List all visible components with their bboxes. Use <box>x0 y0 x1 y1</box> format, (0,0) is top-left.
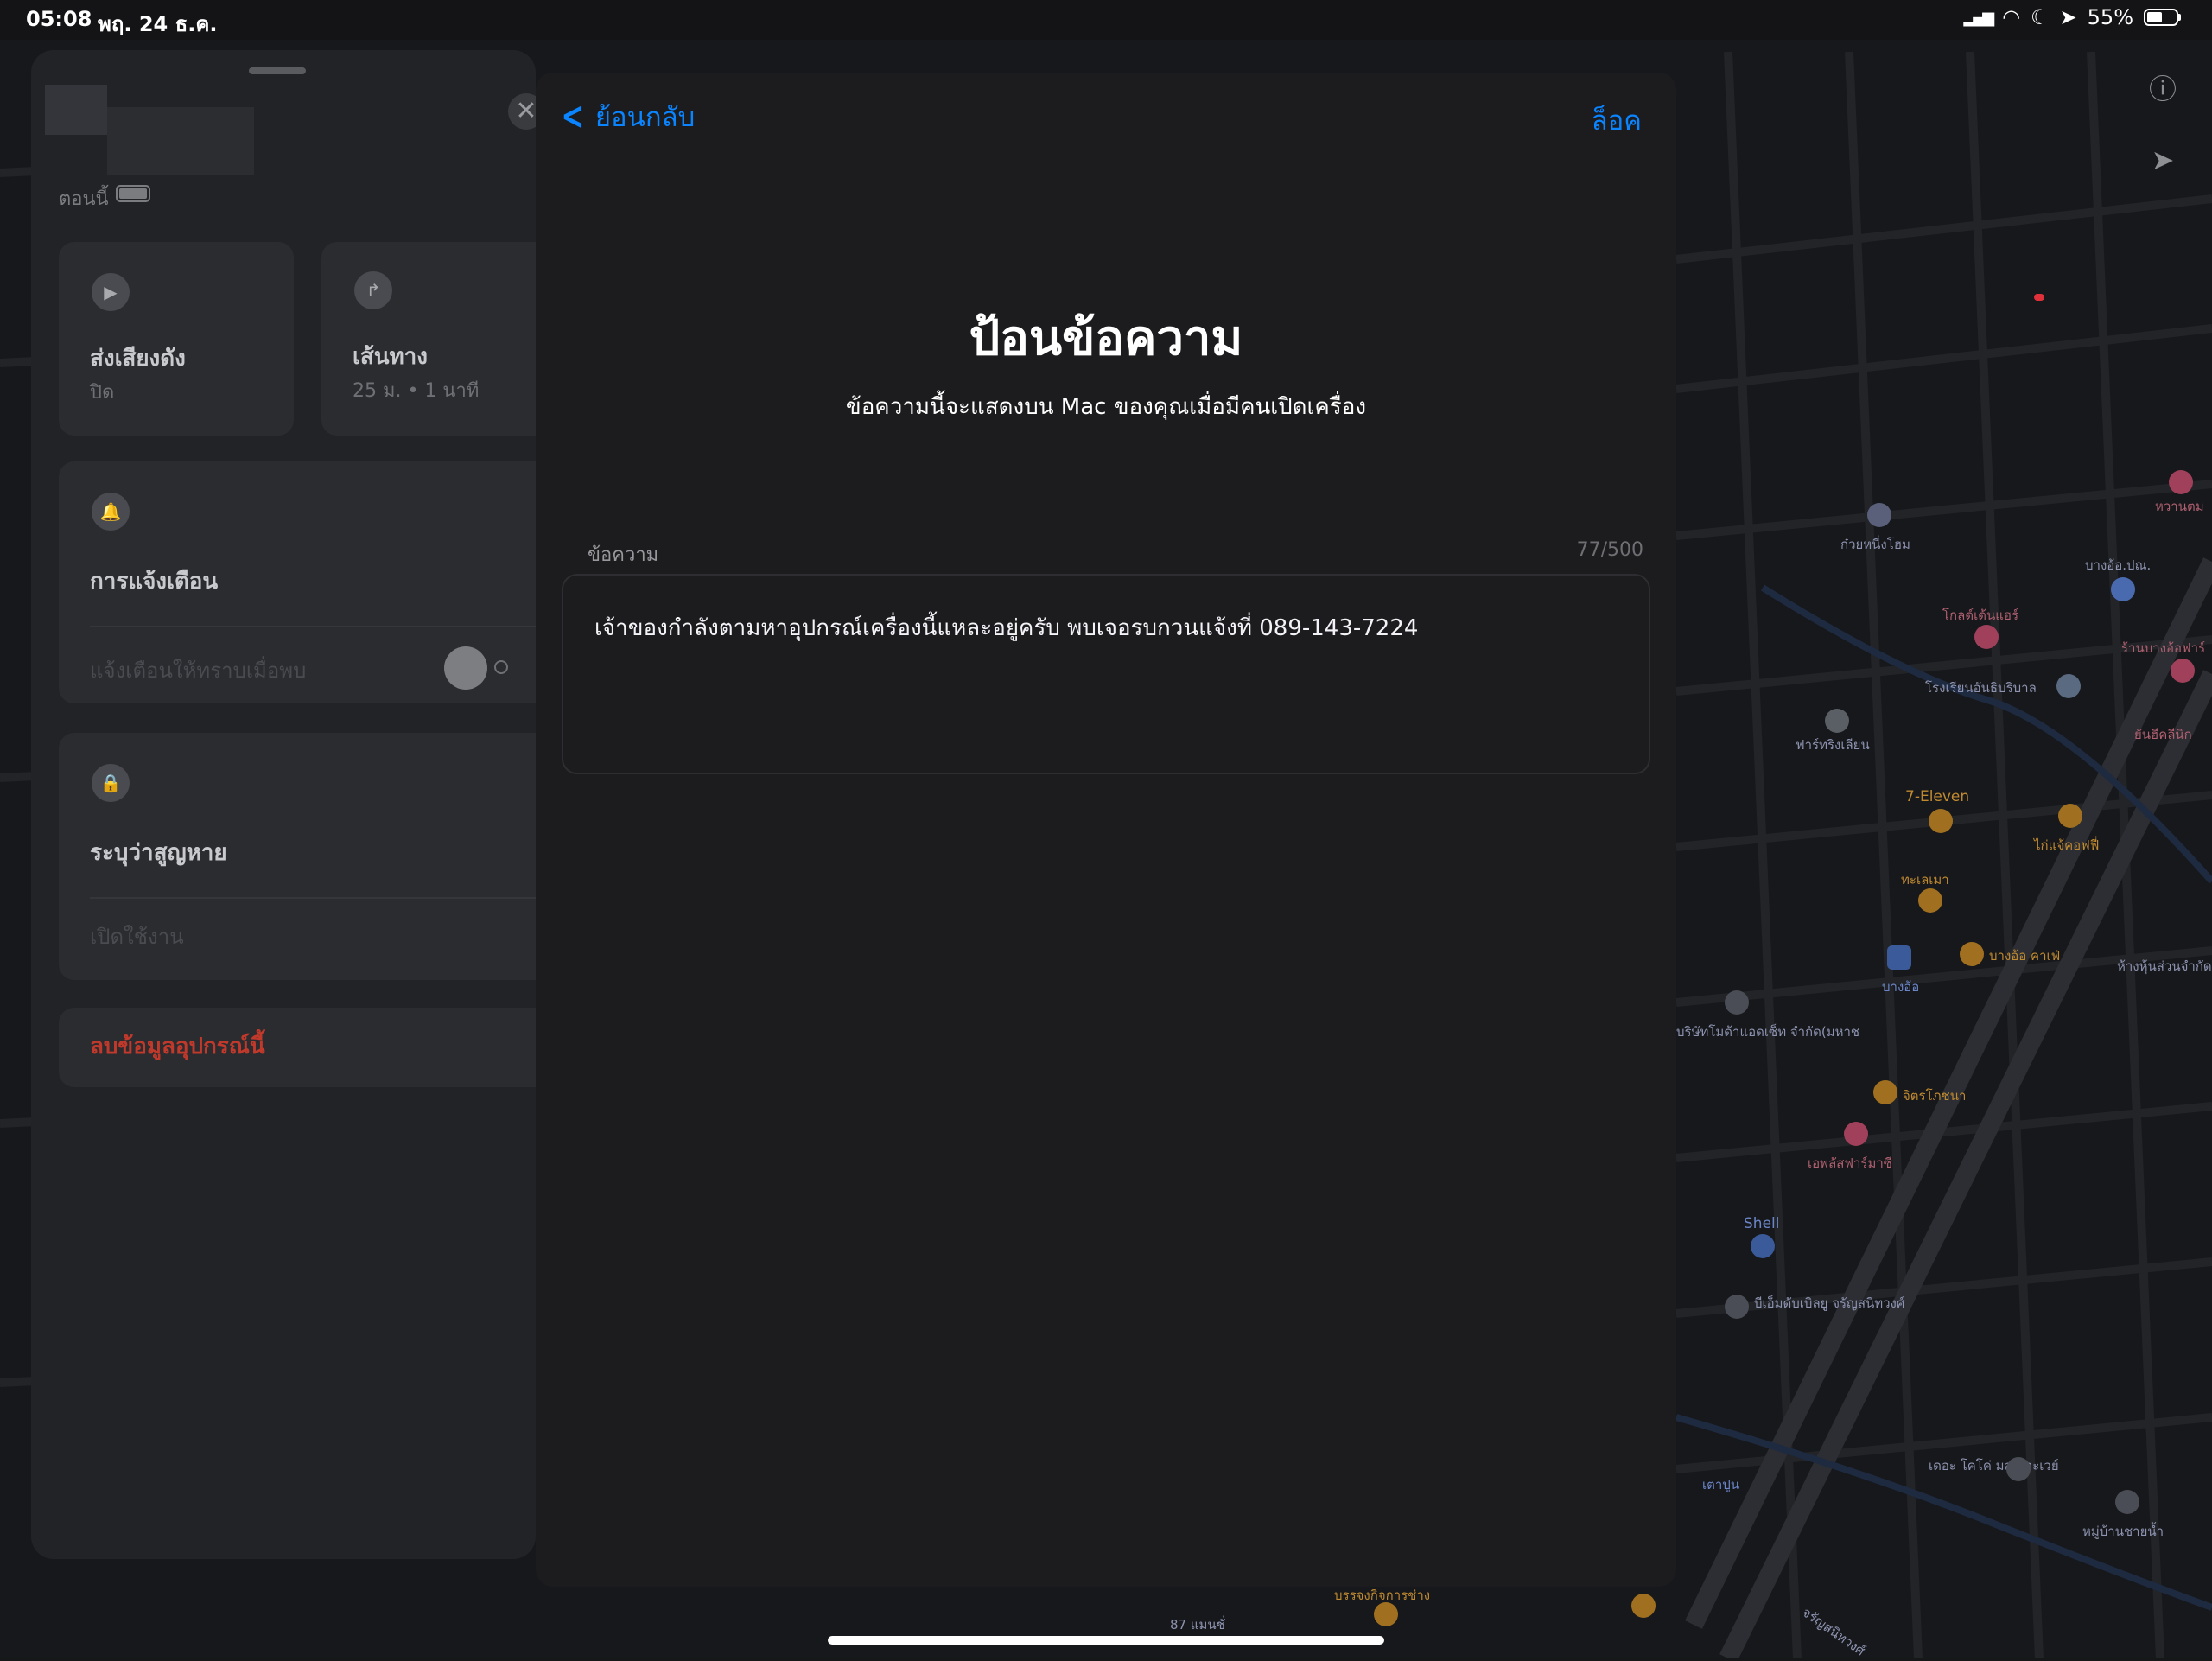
status-time: 05:08 <box>26 7 92 31</box>
map-label: บางอ้อ คาเฟ่ <box>1989 948 2061 964</box>
last-updated: ตอนนี้ <box>59 188 109 210</box>
back-button[interactable]: < ย้อนกลับ <box>556 94 696 138</box>
moon-icon: ☾ <box>2031 5 2050 29</box>
device-battery-icon <box>116 185 150 202</box>
erase-device-button[interactable]: ลบข้อมูลอุปกรณ์นี้ <box>90 1028 265 1064</box>
play-icon: ▶ <box>92 273 130 311</box>
poi-icon[interactable] <box>1825 709 1849 733</box>
map-label: เตาปูน <box>1702 1477 1740 1492</box>
poi-icon[interactable] <box>2171 659 2195 683</box>
poi-icon[interactable] <box>1873 1080 1897 1104</box>
bell-icon: 🔔 <box>92 493 130 531</box>
activate-link[interactable]: เปิดใช้งาน <box>90 920 184 953</box>
map-label: 7-Eleven <box>1905 788 1970 805</box>
map-label: ห้างหุ้นส่วนจำกัด <box>2117 958 2212 974</box>
map-label: ก๋วยหนี่งโฮม <box>1840 537 1910 552</box>
map-label: บีเอ็มดับเบิลยู จรัญสนิทวงศ์ <box>1754 1295 1905 1311</box>
status-indicators: ▂▄▆ ◠ ☾ ➤ 55% <box>1964 5 2181 29</box>
sheet-title: ป้อนข้อความ <box>969 310 1243 366</box>
poi-icon[interactable] <box>2115 1490 2139 1514</box>
transit-icon[interactable] <box>1887 945 1911 970</box>
map-label: บางอ้อ <box>1882 979 1920 995</box>
poi-icon[interactable] <box>2111 577 2135 601</box>
poi-icon[interactable] <box>1751 1234 1775 1258</box>
map-label: หมู่บ้านชายน้ำ <box>2082 1524 2164 1539</box>
notifications-title: การแจ้งเตือน <box>90 569 219 595</box>
directions-eta: 25 ม. • 1 นาที <box>353 380 480 402</box>
location-icon: ➤ <box>2059 5 2077 29</box>
play-sound-status: ปิด <box>90 382 115 404</box>
play-sound-card[interactable]: ▶ ส่งเสียงดัง ปิด <box>59 242 294 436</box>
map-label: โกลด์เด้นแฮร์ <box>1942 608 2019 623</box>
poi-icon[interactable] <box>1844 1122 1868 1146</box>
map-label: ร้านบางอ้อฟาร์ <box>2121 640 2206 656</box>
message-field-label: ข้อความ <box>588 544 659 566</box>
character-counter: 77/500 <box>1576 539 1643 561</box>
map-label: บริษัทโมด้าแอดเซ็ท จำกัด(มหาช <box>1676 1024 1860 1040</box>
map-label: 87 แมนชั่ <box>1170 1617 1225 1632</box>
wifi-icon: ◠ <box>2002 5 2021 29</box>
directions-title: เส้นทาง <box>353 344 428 370</box>
back-label: ย้อนกลับ <box>594 102 696 133</box>
mark-as-lost-title: ระบุว่าสูญหาย <box>90 840 227 866</box>
poi-icon[interactable] <box>1974 625 1999 649</box>
poi-icon[interactable] <box>2169 470 2193 494</box>
lock-button[interactable]: ล็อค <box>1592 99 1642 142</box>
poi-icon[interactable] <box>1374 1602 1398 1626</box>
directions-icon: ↱ <box>354 271 392 309</box>
panel-grabber[interactable] <box>249 67 306 74</box>
poi-icon[interactable] <box>1725 1295 1749 1319</box>
status-date: พฤ. 24 ธ.ค. <box>98 12 218 36</box>
poi-icon[interactable] <box>1929 809 1953 833</box>
status-bar: 05:08 พฤ. 24 ธ.ค. ▂▄▆ ◠ ☾ ➤ 55% <box>0 0 2212 40</box>
map-label: ทะเลเมา <box>1901 872 1949 888</box>
map-label: เดอะ โคโค่ มลต อะเวย์ <box>1929 1458 2059 1473</box>
location-arrow-icon[interactable]: ➤ <box>2141 138 2184 181</box>
notify-when-found-label: แจ้งเตือนให้ทราบเมื่อพบ <box>90 659 307 683</box>
map-label: หวานตม <box>2155 499 2204 514</box>
play-sound-title: ส่งเสียงดัง <box>90 346 186 372</box>
map-label: ฟาร์ทริงเลียน <box>1796 737 1870 753</box>
lock-icon: 🔒 <box>92 764 130 802</box>
map-label: ยันฮีคลีนิก <box>2134 727 2192 742</box>
device-location-pin[interactable] <box>2034 294 2044 301</box>
mark-as-lost-card[interactable]: 🔒 ระบุว่าสูญหาย เปิดใช้งาน <box>59 733 536 980</box>
poi-icon[interactable] <box>1631 1594 1656 1618</box>
map-label: Shell <box>1744 1215 1780 1232</box>
map-label: จิตรโภชนา <box>1903 1088 1967 1104</box>
divider <box>90 897 536 899</box>
device-name-redacted <box>107 107 254 175</box>
device-name-redacted <box>45 85 107 135</box>
message-text[interactable]: เจ้าของกำลังตามหาอุปกรณ์เครื่องนี้แหละอย… <box>594 610 1418 646</box>
poi-icon[interactable] <box>2058 804 2082 828</box>
poi-icon[interactable] <box>1918 888 1942 913</box>
message-textarea[interactable]: เจ้าของกำลังตามหาอุปกรณ์เครื่องนี้แหละอย… <box>562 574 1650 774</box>
poi-icon[interactable] <box>2006 1457 2031 1481</box>
toggle-off-indicator <box>494 660 508 674</box>
poi-icon[interactable] <box>1960 942 1984 966</box>
map-label: เอพลัสฟาร์มาซี <box>1808 1155 1892 1171</box>
battery-percent: 55% <box>2087 5 2133 29</box>
battery-icon <box>2144 9 2181 26</box>
info-icon[interactable]: ⓘ <box>2141 67 2184 111</box>
directions-card[interactable]: ↱ เส้นทาง 25 ม. • 1 นาที <box>321 242 536 436</box>
divider <box>90 626 536 627</box>
poi-icon[interactable] <box>2056 674 2081 698</box>
home-indicator[interactable] <box>828 1636 1384 1645</box>
poi-icon[interactable] <box>1867 503 1891 527</box>
cellular-icon: ▂▄▆ <box>1963 8 1994 27</box>
sheet-subtitle: ข้อความนี้จะแสดงบน Mac ของคุณเมื่อมีคนเป… <box>845 394 1367 420</box>
map-label: โรงเรียนอันธิบริบาล <box>1925 680 2037 696</box>
chevron-left-icon: < <box>561 94 584 138</box>
map-label: บางอ้อ.ปณ. <box>2085 557 2152 573</box>
poi-icon[interactable] <box>1725 990 1749 1015</box>
map-label: ไก่แจ้คอฟฟี่ <box>2034 837 2100 853</box>
notify-when-found-toggle[interactable] <box>444 646 487 690</box>
